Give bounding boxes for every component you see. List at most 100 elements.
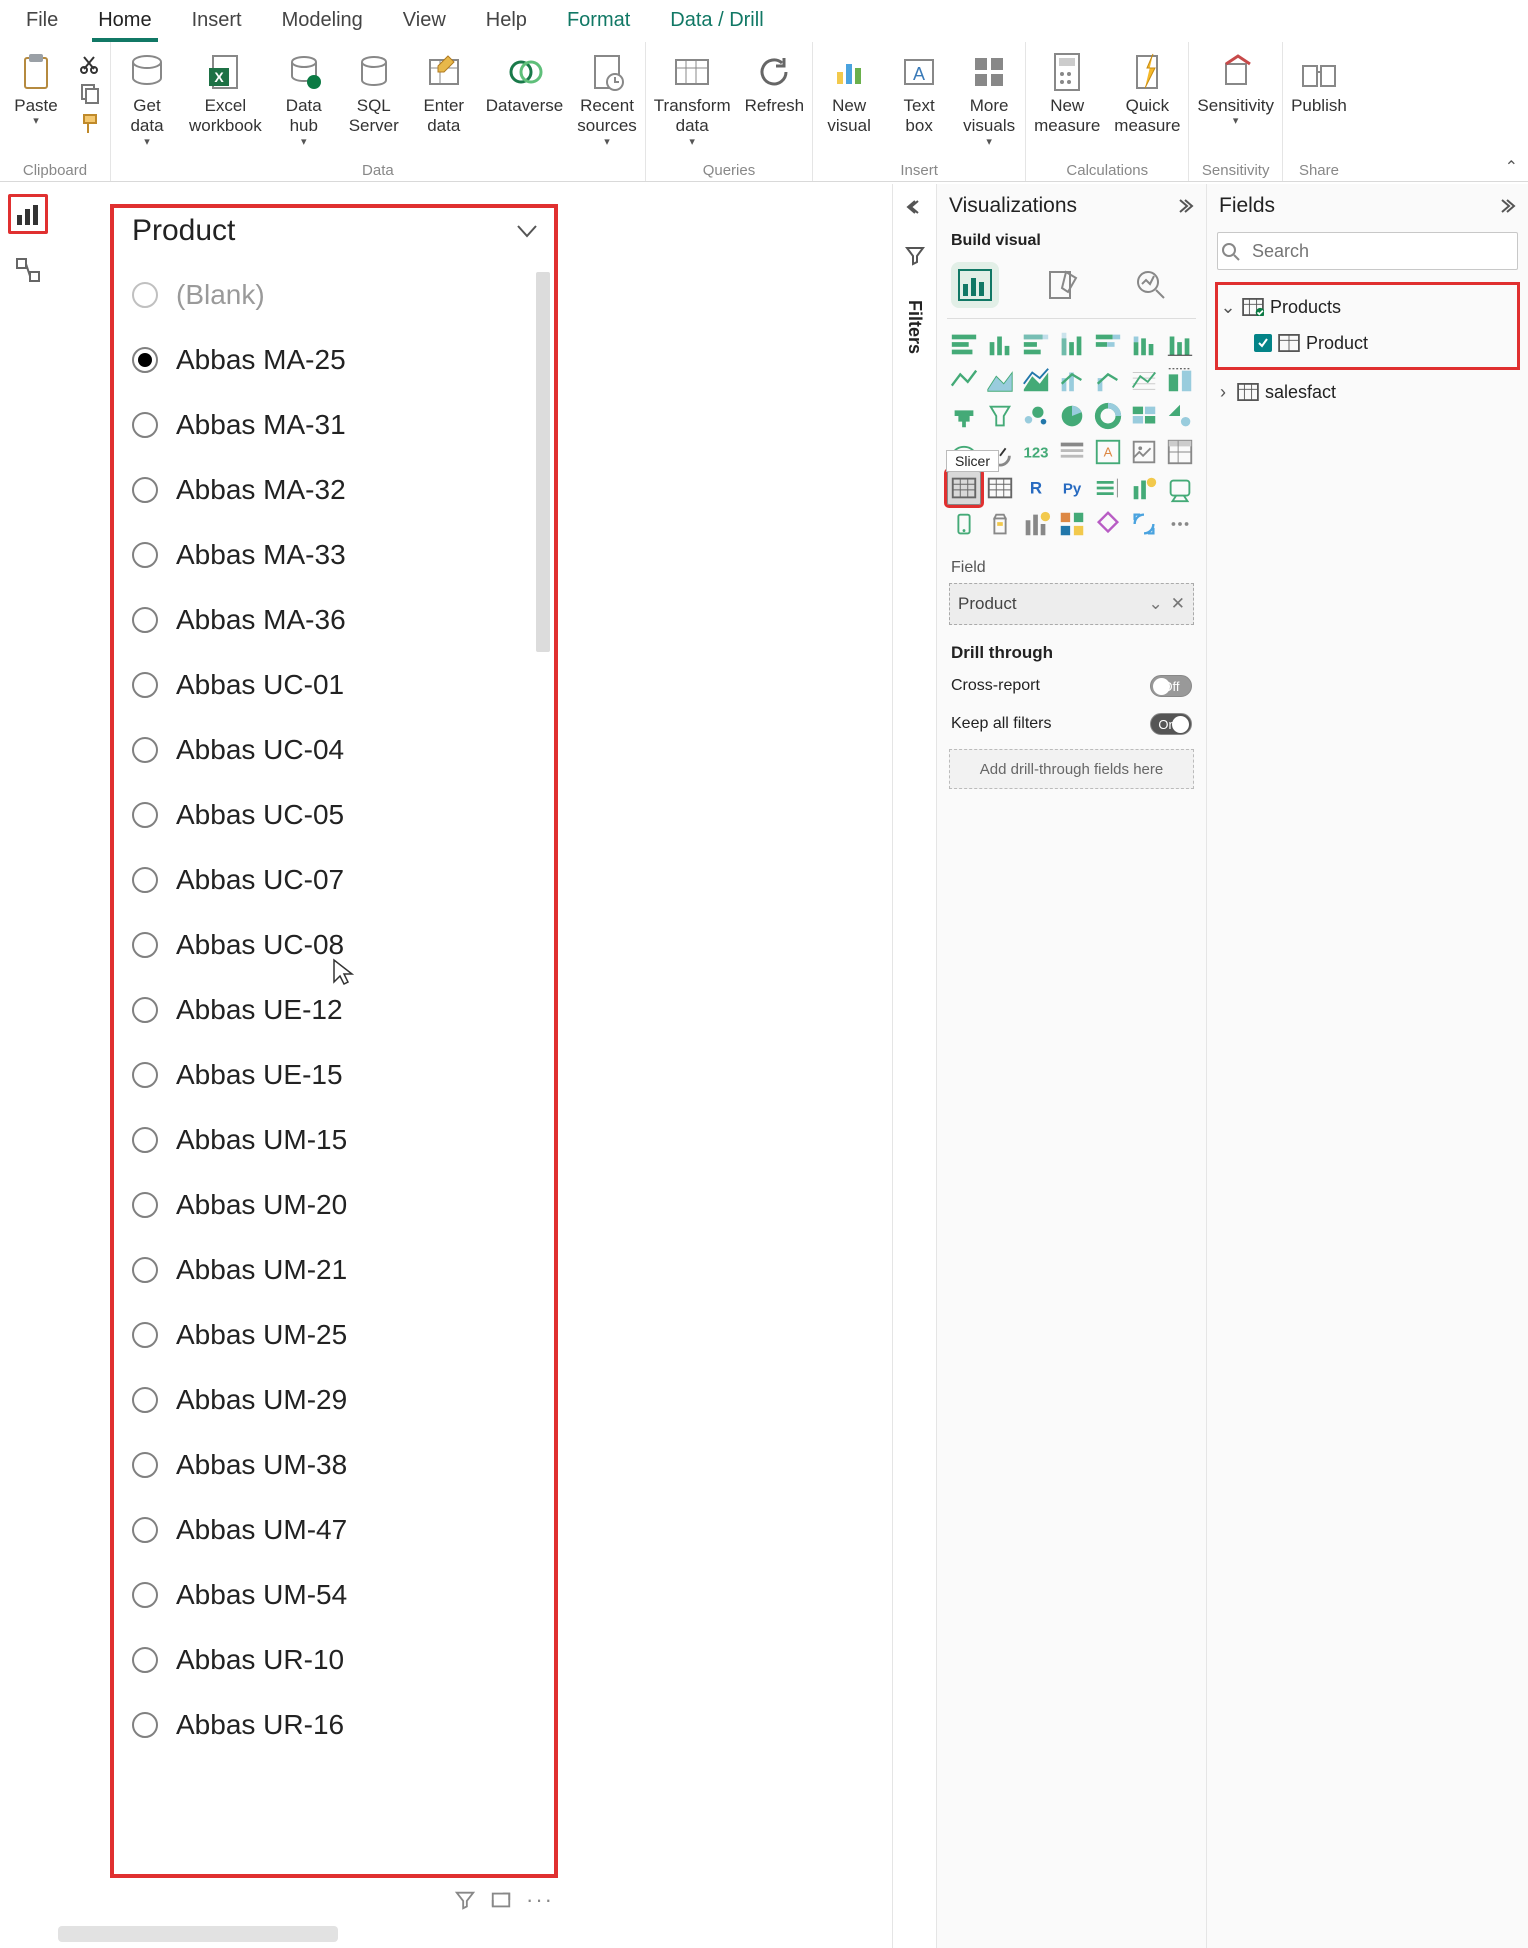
viz-type-29[interactable] xyxy=(983,471,1017,505)
viz-type-6[interactable] xyxy=(1163,327,1197,361)
dataverse-button[interactable]: Dataverse xyxy=(486,50,563,116)
scrollbar[interactable] xyxy=(536,272,550,652)
viz-type-8[interactable] xyxy=(983,363,1017,397)
viz-type-11[interactable] xyxy=(1091,363,1125,397)
radio-icon[interactable] xyxy=(132,1647,158,1673)
filter-icon[interactable] xyxy=(454,1889,476,1911)
ribbon-collapse[interactable]: ⌃ xyxy=(1505,157,1518,177)
radio-icon[interactable] xyxy=(132,737,158,763)
quick-measure-button[interactable]: Quick measure xyxy=(1114,50,1180,137)
viz-type-7[interactable] xyxy=(947,363,981,397)
report-canvas[interactable]: Product (Blank)Abbas MA-25Abbas MA-31Abb… xyxy=(60,192,892,1918)
viz-type-31[interactable]: Py xyxy=(1055,471,1089,505)
sql-button[interactable]: SQL Server xyxy=(346,50,402,137)
new-measure-button[interactable]: New measure xyxy=(1034,50,1100,137)
viz-type-37[interactable] xyxy=(1019,507,1053,541)
viz-type-18[interactable] xyxy=(1091,399,1125,433)
get-data-button[interactable]: Get data▾ xyxy=(119,50,175,148)
slicer-item[interactable]: Abbas UM-54 xyxy=(118,1562,550,1627)
sensitivity-button[interactable]: Sensitivity▾ xyxy=(1197,50,1274,127)
slicer-item[interactable]: Abbas MA-32 xyxy=(118,457,550,522)
chevron-down-icon[interactable] xyxy=(514,218,540,244)
slicer-item[interactable]: Abbas UE-15 xyxy=(118,1042,550,1107)
table-salesfact[interactable]: › salesfact xyxy=(1215,374,1520,410)
viz-type-32[interactable] xyxy=(1091,471,1125,505)
search-box[interactable] xyxy=(1217,232,1518,270)
more-visuals-button[interactable]: More visuals▾ xyxy=(961,50,1017,148)
analytics-tab[interactable] xyxy=(1127,262,1175,308)
chevron-right-icon[interactable] xyxy=(1176,197,1194,215)
enter-data-button[interactable]: Enter data xyxy=(416,50,472,137)
viz-type-34[interactable] xyxy=(1163,471,1197,505)
chevron-right-icon[interactable] xyxy=(1498,197,1516,215)
radio-icon[interactable] xyxy=(132,1517,158,1543)
excel-button[interactable]: XExcel workbook xyxy=(189,50,262,137)
tab-data-drill[interactable]: Data / Drill xyxy=(650,1,783,42)
viz-type-27[interactable] xyxy=(1163,435,1197,469)
model-view-button[interactable] xyxy=(8,250,48,290)
keep-filters-toggle[interactable]: On xyxy=(1150,713,1192,735)
slicer-list[interactable]: (Blank)Abbas MA-25Abbas MA-31Abbas MA-32… xyxy=(118,262,550,1870)
slicer-item[interactable]: Abbas MA-33 xyxy=(118,522,550,587)
radio-icon[interactable] xyxy=(132,1582,158,1608)
tab-insert[interactable]: Insert xyxy=(172,1,262,42)
copy-icon[interactable] xyxy=(78,82,102,106)
build-visual-tab[interactable] xyxy=(951,262,999,308)
radio-icon[interactable] xyxy=(132,347,158,373)
viz-type-38[interactable] xyxy=(1055,507,1089,541)
viz-type-0[interactable] xyxy=(947,327,981,361)
radio-icon[interactable] xyxy=(132,1257,158,1283)
radio-icon[interactable] xyxy=(132,607,158,633)
slicer-visual[interactable]: Product (Blank)Abbas MA-25Abbas MA-31Abb… xyxy=(104,198,564,1884)
canvas-scrollbar[interactable] xyxy=(58,1926,338,1942)
tab-file[interactable]: File xyxy=(6,1,78,42)
viz-type-36[interactable] xyxy=(983,507,1017,541)
viz-type-35[interactable] xyxy=(947,507,981,541)
radio-icon[interactable] xyxy=(132,867,158,893)
radio-icon[interactable] xyxy=(132,672,158,698)
table-products[interactable]: ⌄ Products xyxy=(1220,289,1513,325)
viz-type-2[interactable] xyxy=(1019,327,1053,361)
radio-icon[interactable] xyxy=(132,412,158,438)
slicer-item[interactable]: Abbas UC-05 xyxy=(118,782,550,847)
slicer-item[interactable]: Abbas UM-25 xyxy=(118,1302,550,1367)
slicer-item[interactable]: (Blank) xyxy=(118,262,550,327)
viz-type-5[interactable] xyxy=(1127,327,1161,361)
format-painter-icon[interactable] xyxy=(78,112,102,136)
radio-icon[interactable] xyxy=(132,1062,158,1088)
viz-type-20[interactable] xyxy=(1163,399,1197,433)
viz-type-3[interactable] xyxy=(1055,327,1089,361)
viz-type-33[interactable] xyxy=(1127,471,1161,505)
radio-icon[interactable] xyxy=(132,997,158,1023)
viz-type-30[interactable]: R xyxy=(1019,471,1053,505)
radio-icon[interactable] xyxy=(132,1712,158,1738)
slicer-item[interactable]: Abbas MA-25 xyxy=(118,327,550,392)
slicer-item[interactable]: Abbas UM-21 xyxy=(118,1237,550,1302)
slicer-item[interactable]: Abbas UM-47 xyxy=(118,1497,550,1562)
slicer-item[interactable]: Abbas UC-04 xyxy=(118,717,550,782)
slicer-item[interactable]: Abbas UE-12 xyxy=(118,977,550,1042)
tab-help[interactable]: Help xyxy=(466,1,547,42)
publish-button[interactable]: Publish xyxy=(1291,50,1347,116)
radio-icon[interactable] xyxy=(132,477,158,503)
recent-sources-button[interactable]: Recent sources▾ xyxy=(577,50,637,148)
viz-type-41[interactable] xyxy=(1163,507,1197,541)
slicer-item[interactable]: Abbas UM-38 xyxy=(118,1432,550,1497)
radio-icon[interactable] xyxy=(132,1452,158,1478)
radio-icon[interactable] xyxy=(132,802,158,828)
viz-type-39[interactable] xyxy=(1091,507,1125,541)
drill-dropzone[interactable]: Add drill-through fields here xyxy=(949,749,1194,789)
radio-icon[interactable] xyxy=(132,1322,158,1348)
field-product[interactable]: Product xyxy=(1220,325,1513,361)
viz-type-1[interactable] xyxy=(983,327,1017,361)
viz-type-23[interactable]: 123 xyxy=(1019,435,1053,469)
field-well[interactable]: Product ⌄✕ xyxy=(949,583,1194,625)
radio-icon[interactable] xyxy=(132,1192,158,1218)
slicer-item[interactable]: Abbas UM-15 xyxy=(118,1107,550,1172)
slicer-item[interactable]: Abbas MA-36 xyxy=(118,587,550,652)
radio-icon[interactable] xyxy=(132,542,158,568)
slicer-item[interactable]: Abbas MA-31 xyxy=(118,392,550,457)
viz-type-12[interactable] xyxy=(1127,363,1161,397)
slicer-item[interactable]: Abbas UR-10 xyxy=(118,1627,550,1692)
viz-type-9[interactable] xyxy=(1019,363,1053,397)
